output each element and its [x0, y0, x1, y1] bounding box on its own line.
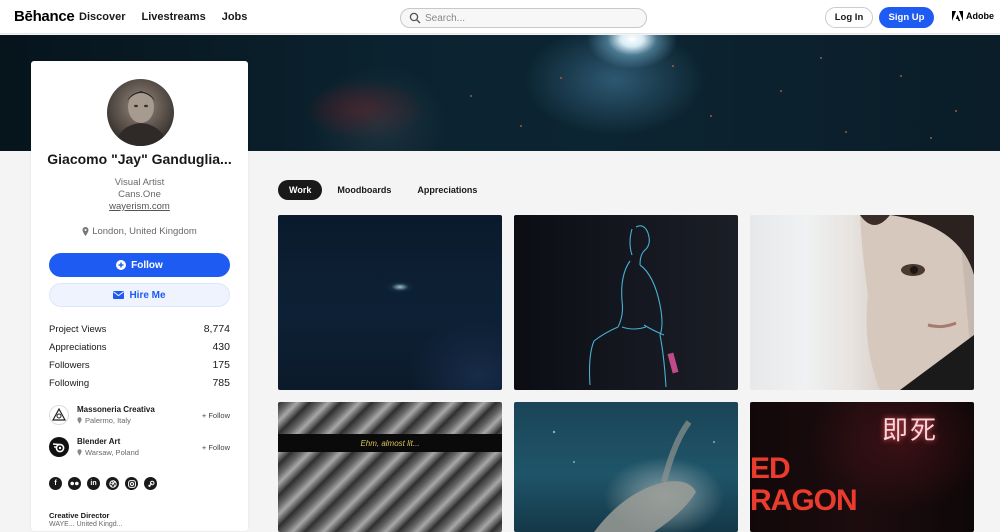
- profile-location: London, United Kingdom: [31, 226, 248, 237]
- stat-followers[interactable]: Followers 175: [49, 356, 230, 374]
- plus-circle-icon: [116, 260, 127, 270]
- search-input[interactable]: [425, 12, 625, 24]
- work-experience-sub: WAYE... United Kingd...: [49, 521, 123, 528]
- banner-spark: [710, 115, 712, 117]
- signup-button[interactable]: Sign Up: [879, 7, 934, 28]
- project-neon-glyphs: 即死: [882, 415, 939, 445]
- top-navbar: Bēhance Discover Livestreams Jobs Log In…: [0, 0, 1000, 34]
- member-name[interactable]: Massoneria Creativa: [77, 405, 202, 414]
- stat-label: Following: [49, 377, 90, 389]
- underwater-figure-art: [552, 420, 715, 532]
- avatar[interactable]: [107, 79, 174, 146]
- tab-work[interactable]: Work: [278, 180, 323, 200]
- location-pin-icon: [82, 227, 89, 236]
- follow-button[interactable]: Follow: [49, 253, 230, 277]
- hire-me-label: Hire Me: [129, 289, 166, 301]
- stat-value: 785: [212, 377, 230, 389]
- member-location: Palermo, Italy: [77, 416, 202, 425]
- stat-value: 430: [212, 341, 230, 353]
- project-title-line1: ED: [750, 452, 791, 485]
- member-of-item: Blender Art Warsaw, Poland + Follow: [49, 436, 230, 458]
- banner-spark: [930, 137, 932, 139]
- stat-label: Project Views: [49, 323, 107, 335]
- facebook-icon[interactable]: f: [49, 477, 62, 490]
- adobe-link[interactable]: Adobe: [952, 11, 994, 21]
- member-location-text: Palermo, Italy: [85, 416, 131, 425]
- mail-icon: [113, 291, 125, 299]
- search-icon: [409, 12, 421, 24]
- main-nav: Discover Livestreams Jobs: [79, 11, 263, 23]
- banner-spark: [520, 125, 522, 127]
- linkedin-icon[interactable]: in: [87, 477, 100, 490]
- stat-label: Followers: [49, 359, 90, 371]
- blender-logo-icon[interactable]: [49, 437, 69, 457]
- location-pin-icon: [77, 417, 82, 424]
- instagram-icon[interactable]: [125, 477, 138, 490]
- member-of-item: Massoneria Creativa Palermo, Italy + Fol…: [49, 404, 230, 426]
- project-thumbnail[interactable]: 即死 ED RAGON: [750, 402, 974, 532]
- portrait-art: [860, 215, 974, 390]
- login-button[interactable]: Log In: [825, 7, 873, 28]
- project-thumbnail[interactable]: [278, 215, 502, 390]
- banner-spark: [900, 75, 902, 77]
- massoneria-logo-icon[interactable]: [49, 405, 69, 425]
- banner-spark: [470, 95, 472, 97]
- tab-appreciations[interactable]: Appreciations: [406, 180, 488, 200]
- adobe-icon: [952, 11, 963, 21]
- project-thumbnail[interactable]: [750, 215, 974, 390]
- location-pin-icon: [77, 449, 82, 456]
- avatar-portrait: [115, 91, 167, 146]
- stat-appreciations: Appreciations 430: [49, 338, 230, 356]
- hire-me-button[interactable]: Hire Me: [49, 283, 230, 307]
- behance-logo[interactable]: Bēhance: [14, 8, 75, 25]
- profile-stats: Project Views 8,774 Appreciations 430 Foll…: [49, 320, 230, 392]
- stat-value: 8,774: [203, 323, 230, 335]
- member-location-text: Warsaw, Poland: [85, 448, 139, 457]
- project-title-line2: RAGON: [750, 484, 858, 517]
- stat-following[interactable]: Following 785: [49, 374, 230, 392]
- profile-title: Visual Artist: [114, 177, 165, 188]
- adobe-label: Adobe: [966, 11, 994, 21]
- dribbble-icon[interactable]: [106, 477, 119, 490]
- project-caption: Ehm, almost lit...: [278, 434, 502, 452]
- profile-company: Cans.One: [118, 189, 161, 200]
- member-name[interactable]: Blender Art: [77, 437, 202, 446]
- banner-spark: [672, 65, 674, 67]
- stat-value: 175: [212, 359, 230, 371]
- tab-moodboards[interactable]: Moodboards: [326, 180, 402, 200]
- flickr-icon[interactable]: [68, 477, 81, 490]
- profile-website-link[interactable]: wayerism.com: [31, 201, 248, 212]
- nav-livestreams[interactable]: Livestreams: [141, 11, 205, 23]
- nav-discover[interactable]: Discover: [79, 11, 125, 23]
- project-thumbnail[interactable]: Ehm, almost lit...: [278, 402, 502, 532]
- member-location: Warsaw, Poland: [77, 448, 202, 457]
- steam-icon[interactable]: [144, 477, 157, 490]
- stat-project-views: Project Views 8,774: [49, 320, 230, 338]
- banner-spark: [820, 57, 822, 59]
- banner-spark: [780, 90, 782, 92]
- profile-tabs: Work Moodboards Appreciations: [278, 180, 492, 200]
- profile-location-text: London, United Kingdom: [92, 226, 197, 237]
- follow-button-label: Follow: [131, 259, 163, 271]
- profile-name: Giacomo "Jay" Ganduglia...: [47, 151, 232, 167]
- search-bar[interactable]: [400, 8, 647, 28]
- nav-jobs[interactable]: Jobs: [222, 11, 248, 23]
- project-thumbnail[interactable]: [514, 215, 738, 390]
- profile-card: Giacomo "Jay" Ganduglia... Visual Artist…: [31, 61, 248, 531]
- member-follow-button[interactable]: + Follow: [202, 443, 230, 452]
- neon-figure-art: [588, 225, 679, 388]
- banner-spark: [560, 77, 562, 79]
- work-experience-title: Creative Director: [49, 511, 110, 520]
- stat-label: Appreciations: [49, 341, 107, 353]
- member-follow-button[interactable]: + Follow: [202, 411, 230, 420]
- banner-spark: [845, 131, 847, 133]
- project-thumbnail[interactable]: [514, 402, 738, 532]
- social-links: f in: [49, 477, 157, 490]
- banner-spark: [955, 110, 957, 112]
